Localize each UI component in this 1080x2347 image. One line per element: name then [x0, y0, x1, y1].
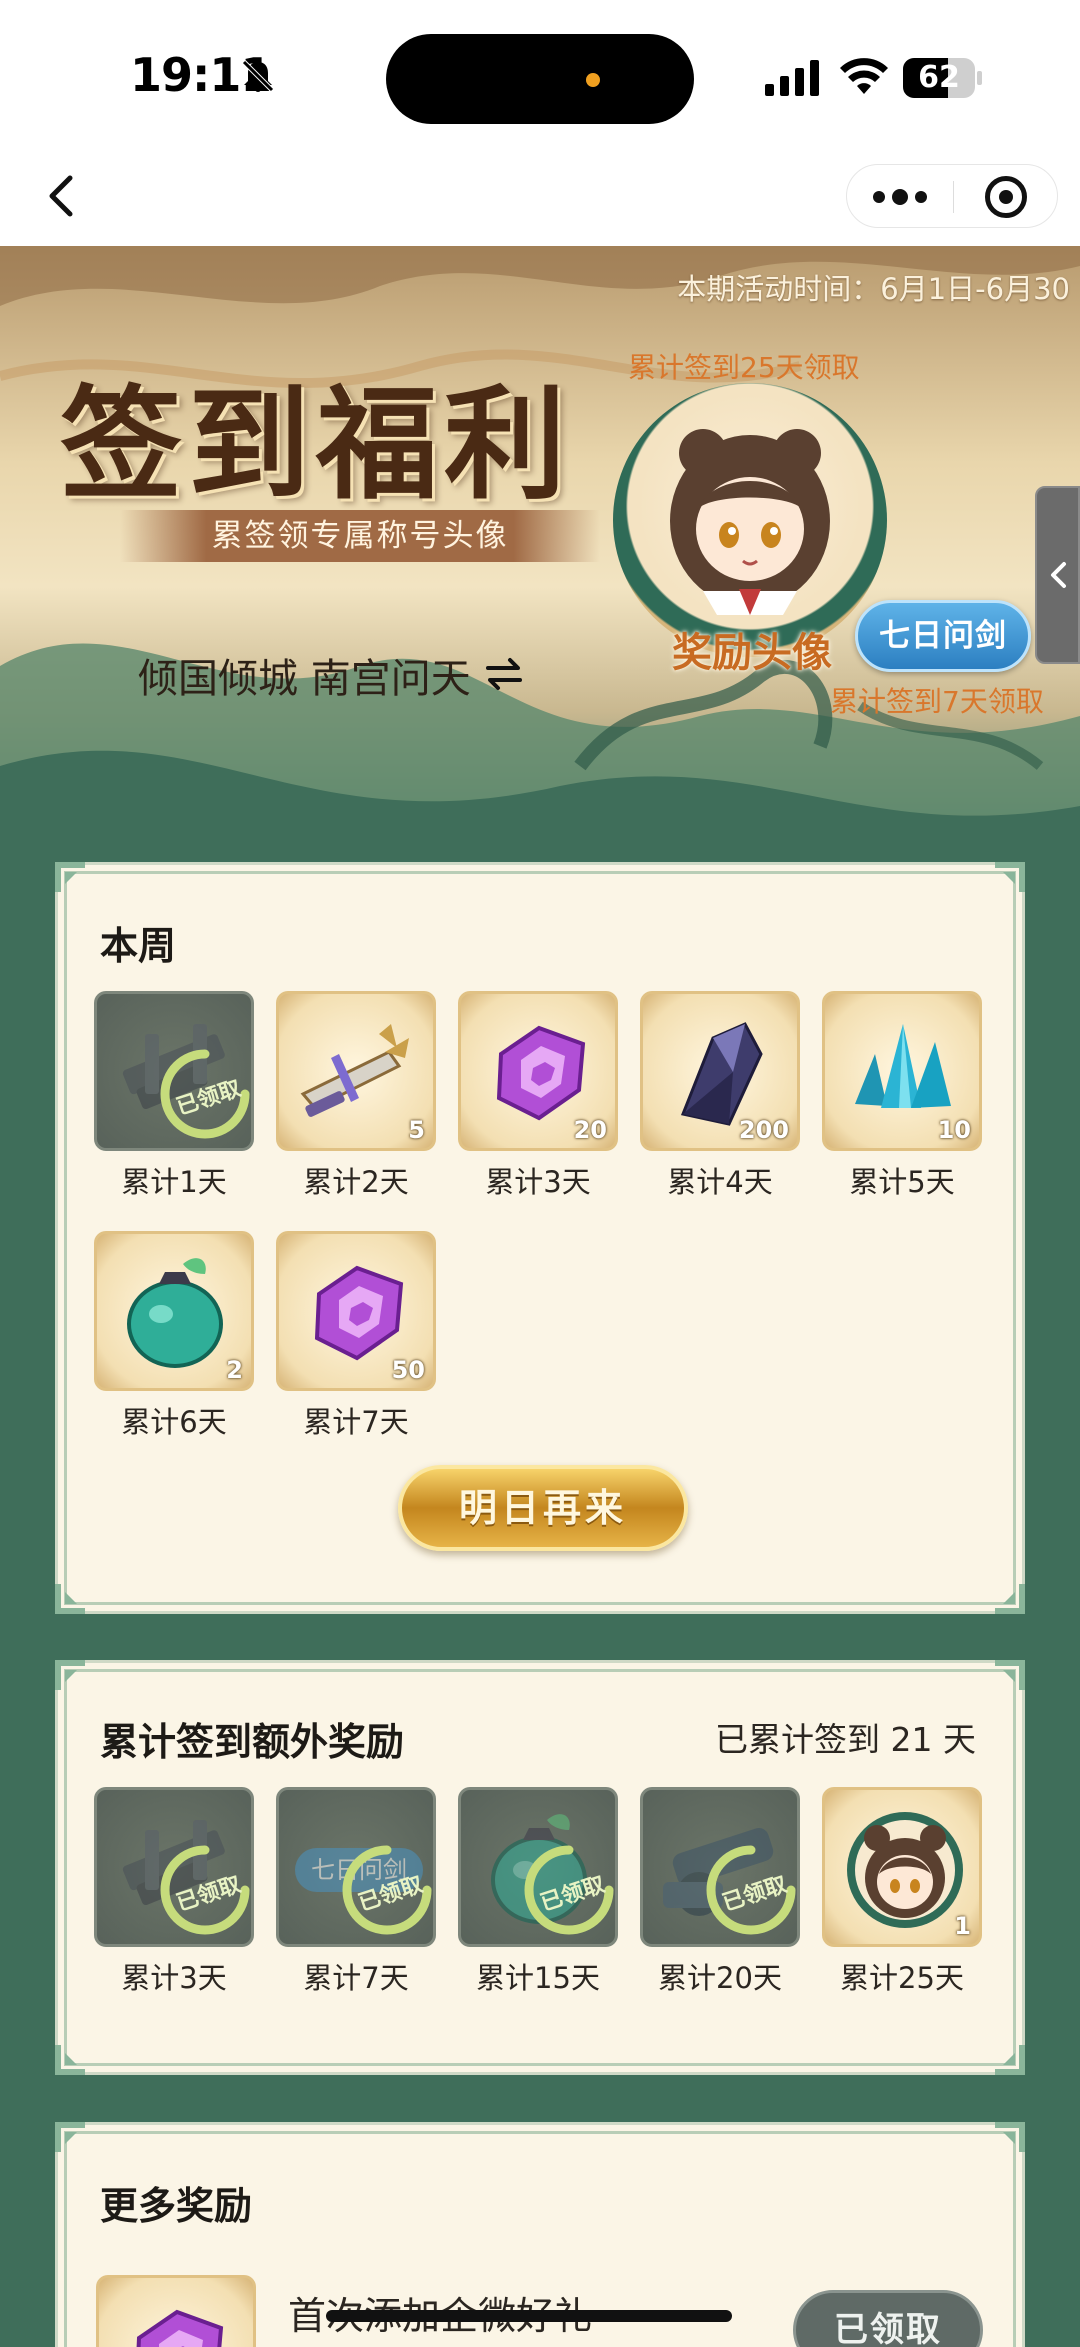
reward-day-label: 累计2天: [303, 1165, 409, 1199]
signin-total: 已累计签到 21 天: [715, 1720, 976, 1759]
title-badge-hint: 累计签到7天领取: [830, 685, 1044, 718]
mini-program-nav-bar: [0, 150, 1080, 246]
reward-day-label: 累计15天: [476, 1961, 600, 1995]
card-corner-ornament: [55, 1660, 85, 1690]
reward-tile[interactable]: 已领取: [94, 1787, 254, 1947]
home-indicator[interactable]: [326, 2310, 732, 2322]
title-badge-text: 七日问剑: [879, 618, 1007, 654]
purple-gem-icon: [135, 2310, 223, 2347]
come-back-tomorrow-label: 明日再来: [458, 1485, 627, 1530]
reward-day-label: 累计7天: [303, 1405, 409, 1439]
reward-avatar: [613, 383, 887, 657]
side-drawer-tab[interactable]: [1035, 486, 1080, 664]
reward-tile[interactable]: 10: [822, 991, 982, 1151]
reward-day-label: 累计25天: [840, 1961, 964, 1995]
reward-day-label: 累计7天: [303, 1961, 409, 1995]
reward-tile[interactable]: 1: [822, 1787, 982, 1947]
claimed-button-label: 已领取: [834, 2310, 942, 2347]
status-bar: 19:11 62: [0, 0, 1080, 150]
avatar-reward-hint: 累计签到25天领取: [628, 351, 860, 384]
card-corner-ornament: [55, 2122, 85, 2152]
card-corner-ornament: [995, 862, 1025, 892]
reward-count: 10: [937, 1116, 971, 1144]
signin-banner: 本期活动时间：6月1日-6月30 签到福利 累签领专属称号头像 倾国倾城 南宫问…: [0, 246, 1080, 866]
reward-tile[interactable]: 已领取: [458, 1787, 618, 1947]
reward-day-label: 累计3天: [485, 1165, 591, 1199]
more-dots-icon[interactable]: [847, 165, 953, 229]
card-corner-ornament: [995, 2045, 1025, 2075]
reward-day-label: 累计20天: [658, 1961, 782, 1995]
switch-account-icon[interactable]: [484, 656, 524, 692]
reward-tile[interactable]: 已领取: [640, 1787, 800, 1947]
reward-tile[interactable]: 50: [276, 1231, 436, 1391]
bell-off-icon: [242, 60, 274, 92]
avatar-icon: [670, 429, 830, 615]
reward-count: 50: [391, 1356, 425, 1384]
banner-subtitle: 累签领专属称号头像: [211, 518, 509, 554]
reward-tile[interactable]: 20: [458, 991, 618, 1151]
reward-count: 200: [738, 1116, 789, 1144]
card-corner-ornament: [995, 1660, 1025, 1690]
weekly-signin-card: 本周 已领取累计1天 5 累计2天 20 累计3天 200 累计4天 10 累计5天 2 累计6天 5…: [55, 862, 1025, 1614]
more-title: 更多奖励: [100, 2184, 253, 2228]
activity-period: 本期活动时间：6月1日-6月30: [677, 272, 1070, 306]
card-corner-ornament: [55, 1584, 85, 1614]
close-mini-program-button[interactable]: [953, 165, 1059, 229]
extra-title: 累计签到额外奖励: [100, 1720, 405, 1764]
reward-count: 2: [226, 1356, 243, 1384]
reward-tile[interactable]: 已领取: [276, 1787, 436, 1947]
reward-day-label: 累计6天: [121, 1405, 227, 1439]
claimed-button[interactable]: 已领取: [793, 2290, 983, 2347]
reward-tile[interactable]: 2: [94, 1231, 254, 1391]
reward-day-label: 累计4天: [667, 1165, 773, 1199]
chevron-left-icon: [1051, 562, 1066, 588]
card-corner-ornament: [995, 2122, 1025, 2152]
card-corner-ornament: [55, 862, 85, 892]
subtitle-ribbon: 累签领专属称号头像: [120, 510, 600, 562]
card-corner-ornament: [55, 2045, 85, 2075]
privacy-dot: [586, 73, 600, 87]
capsule-menu: [846, 164, 1058, 228]
more-reward-item: [96, 2275, 256, 2347]
reward-tile[interactable]: 200: [640, 991, 800, 1151]
chevron-left-icon[interactable]: [30, 164, 94, 228]
reward-tile[interactable]: 5: [276, 991, 436, 1151]
avatar-caption: 奖励头像: [672, 629, 832, 676]
reward-day-label: 累计1天: [121, 1165, 227, 1199]
reward-count: 5: [408, 1116, 425, 1144]
reward-day-label: 累计3天: [121, 1961, 227, 1995]
battery-percent: 62: [918, 60, 960, 95]
wifi-icon: [840, 58, 888, 94]
card-corner-ornament: [995, 1584, 1025, 1614]
reward-tile[interactable]: 已领取: [94, 991, 254, 1151]
title-badge: 七日问剑: [855, 600, 1031, 672]
extra-reward-card: 累计签到额外奖励 已累计签到 21 天 已领取累计3天 已领取累计7天 已领取累计1…: [55, 1660, 1025, 2075]
reward-count: 1: [954, 1912, 971, 1940]
dynamic-island: [386, 34, 694, 124]
cellular-signal-icon: [765, 60, 819, 96]
target-circle-icon: [985, 176, 1027, 218]
weekly-title: 本周: [100, 924, 177, 968]
come-back-tomorrow-button[interactable]: 明日再来: [398, 1465, 688, 1551]
battery-icon: 62: [903, 58, 982, 98]
reward-count: 20: [573, 1116, 607, 1144]
banner-title: 签到福利: [60, 372, 572, 516]
player-name: 倾国倾城 南宫问天: [138, 656, 471, 702]
reward-day-label: 累计5天: [849, 1165, 955, 1199]
